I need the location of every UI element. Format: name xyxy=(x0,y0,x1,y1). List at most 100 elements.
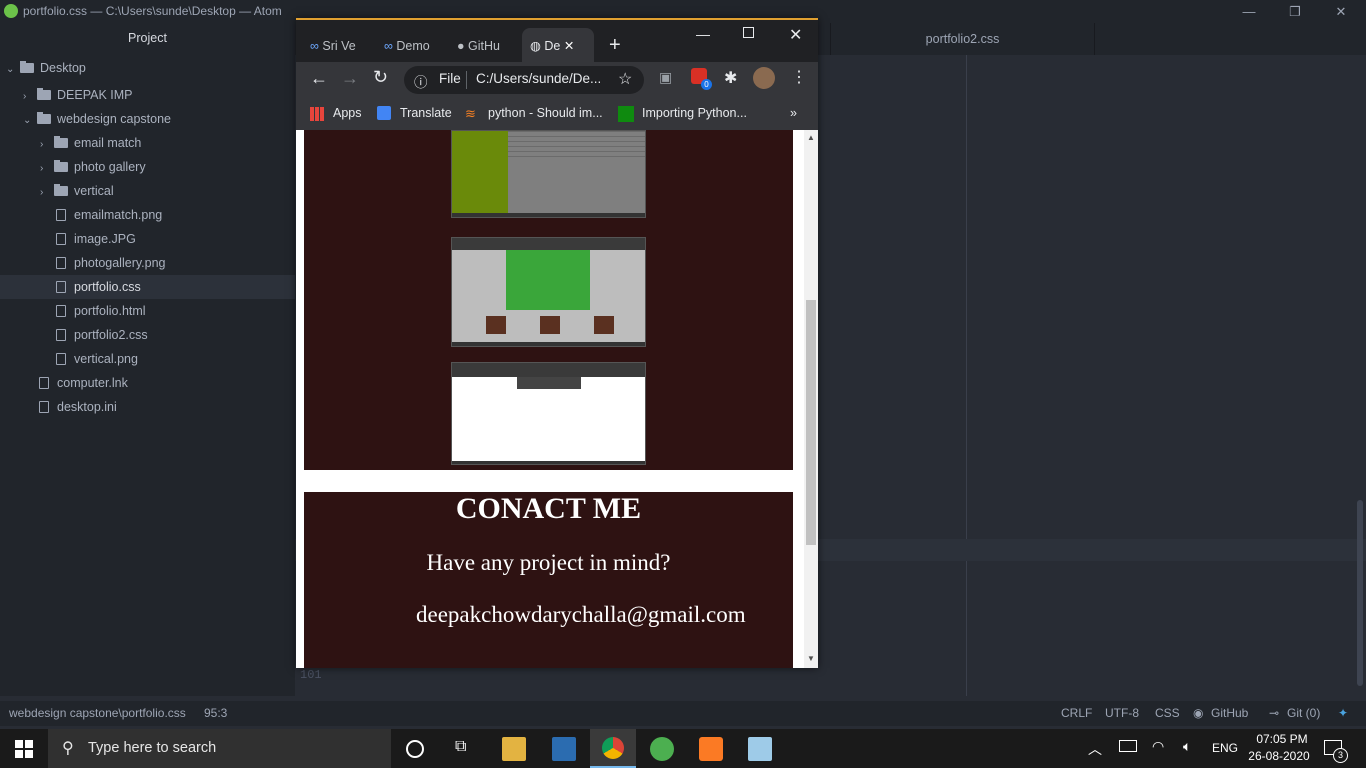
volume-icon[interactable]: 🔈︎ xyxy=(1183,738,1191,755)
avatar[interactable] xyxy=(753,67,775,89)
windows-start-icon[interactable] xyxy=(15,740,33,758)
status-file-path[interactable]: webdesign capstone\portfolio.css xyxy=(9,706,186,720)
tab-title: GitHu xyxy=(468,39,500,53)
notepad-icon[interactable] xyxy=(748,737,772,761)
tree-item-desktop-ini[interactable]: desktop.ini xyxy=(0,395,295,419)
tree-item-vertical[interactable]: › vertical xyxy=(0,179,335,203)
atom-icon[interactable] xyxy=(650,737,674,761)
chrome-maximize-button[interactable] xyxy=(743,27,754,38)
menu-icon[interactable]: ⋮ xyxy=(791,67,807,87)
minimize-button[interactable]: — xyxy=(1226,0,1272,23)
screenshot-taskbar xyxy=(452,213,645,217)
search-placeholder: Type here to search xyxy=(88,740,217,756)
tree-item-email-match[interactable]: › email match xyxy=(0,131,335,155)
xampp-icon[interactable] xyxy=(699,737,723,761)
file-icon xyxy=(56,305,66,317)
infinity-icon: ∞ xyxy=(384,39,393,53)
page-viewport[interactable]: CONACT ME Have any project in mind? deep… xyxy=(296,130,804,668)
tree-item-photogallery-png[interactable]: photogallery.png xyxy=(0,251,295,275)
status-git[interactable]: Git (0) xyxy=(1287,706,1320,720)
chrome-close-button[interactable]: ✕ xyxy=(789,25,802,45)
chrome-taskbar-button[interactable] xyxy=(590,729,636,768)
extension-icon[interactable]: ▣ xyxy=(659,69,672,86)
bookmark-importing-python[interactable]: Importing Python... xyxy=(642,106,747,120)
tree-item-label: portfolio.html xyxy=(74,304,146,318)
project-screenshot-email[interactable] xyxy=(451,362,646,465)
status-github[interactable]: GitHub xyxy=(1211,706,1248,720)
tree-item-emailmatch-png[interactable]: emailmatch.png xyxy=(0,203,295,227)
tree-item-image-jpg[interactable]: image.JPG xyxy=(0,227,295,251)
file-explorer-icon[interactable] xyxy=(502,737,526,761)
bookmark-python-should[interactable]: python - Should im... xyxy=(488,106,603,120)
new-tab-button[interactable]: + xyxy=(609,34,621,57)
tree-item-label: DEEPAK IMP xyxy=(57,88,133,102)
chevron-right-icon: › xyxy=(40,139,44,150)
puzzle-icon[interactable]: ✱ xyxy=(724,68,737,88)
tree-item-label: photo gallery xyxy=(74,160,146,174)
squirrel-icon[interactable]: ✦ xyxy=(1338,706,1348,720)
scrollbar-thumb[interactable] xyxy=(806,300,816,545)
bookmark-translate[interactable]: Translate xyxy=(400,106,452,120)
scroll-up-icon[interactable]: ▲ xyxy=(807,133,815,142)
bookmarks-overflow-button[interactable]: » xyxy=(790,106,797,120)
window-title: portfolio.css — C:\Users\sunde\Desktop —… xyxy=(23,4,282,18)
chrome-tab-strip: ∞ Sri Ve ∞ Demo ● GitHu ◍ De ✕ + — ✕ xyxy=(296,18,818,64)
close-tab-icon[interactable]: ✕ xyxy=(564,39,574,53)
tree-item-portfolio2-css[interactable]: portfolio2.css xyxy=(0,323,295,347)
contact-email[interactable]: deepakchowdarychalla@gmail.com xyxy=(296,602,796,628)
status-grammar[interactable]: CSS xyxy=(1155,706,1180,720)
restore-button[interactable]: ❐ xyxy=(1272,0,1318,23)
tree-item-vertical-png[interactable]: vertical.png xyxy=(0,347,295,371)
tree-item-computer-lnk[interactable]: computer.lnk xyxy=(0,371,295,395)
wifi-icon[interactable]: ◠ xyxy=(1152,738,1164,755)
tree-item-label: emailmatch.png xyxy=(74,208,163,222)
tree-item-deepak-imp[interactable]: › DEEPAK IMP xyxy=(0,83,318,107)
clock-date[interactable]: 26-08-2020 xyxy=(1246,749,1312,763)
chevron-down-icon: ⌄ xyxy=(23,115,32,126)
windows-taskbar: ⚲ Type here to search ⧉ ︿ ◠ 🔈︎ ENG 07:05… xyxy=(0,729,1366,768)
contact-question: Have any project in mind? xyxy=(426,550,671,575)
cortana-icon[interactable] xyxy=(406,740,424,758)
status-line-ending[interactable]: CRLF xyxy=(1061,706,1092,720)
tree-item-desktop[interactable]: ⌄ Desktop xyxy=(0,56,301,80)
clock-time[interactable]: 07:05 PM xyxy=(1252,732,1312,746)
reload-icon[interactable]: ↻ xyxy=(373,67,388,88)
chrome-minimize-button[interactable]: — xyxy=(696,26,710,42)
chrome-tab-3[interactable]: ● GitHu xyxy=(457,28,515,64)
tree-item-portfolio-css[interactable]: portfolio.css xyxy=(0,275,295,299)
language-indicator[interactable]: ENG xyxy=(1212,741,1238,755)
tab-portfolio2-css[interactable]: portfolio2.css xyxy=(830,23,1095,55)
status-encoding[interactable]: UTF-8 xyxy=(1105,706,1139,720)
project-screenshot-gallery[interactable] xyxy=(451,237,646,347)
show-hidden-icons[interactable]: ︿ xyxy=(1088,739,1102,759)
project-screenshot-vertical[interactable] xyxy=(451,130,646,218)
tree-item-photo-gallery[interactable]: › photo gallery xyxy=(0,155,335,179)
url-text[interactable]: C:/Users/sunde/De... xyxy=(476,71,601,86)
battery-icon[interactable] xyxy=(1119,740,1137,752)
taskbar-search[interactable]: ⚲ Type here to search xyxy=(48,729,391,768)
omnibox[interactable]: ⓘ File C:/Users/sunde/De... ☆ xyxy=(404,66,644,94)
editor-scrollbar[interactable] xyxy=(1357,500,1363,686)
chrome-window: ∞ Sri Ve ∞ Demo ● GitHu ◍ De ✕ + — ✕ ← →… xyxy=(296,18,818,668)
task-view-icon[interactable]: ⧉ xyxy=(455,738,466,756)
chrome-tab-1[interactable]: ∞ Sri Ve xyxy=(310,28,372,64)
store-icon[interactable] xyxy=(552,737,576,761)
forward-icon[interactable]: → xyxy=(341,68,359,89)
tree-item-portfolio-html[interactable]: portfolio.html xyxy=(0,299,295,323)
chrome-tab-2[interactable]: ∞ Demo xyxy=(384,28,442,64)
tree-item-label: Desktop xyxy=(40,61,86,75)
page-scrollbar[interactable]: ▲ ▼ xyxy=(804,130,818,668)
chrome-tab-active[interactable]: ◍ De ✕ xyxy=(522,28,594,64)
status-cursor-position[interactable]: 95:3 xyxy=(204,706,227,720)
close-button[interactable]: ✕ xyxy=(1318,0,1364,23)
bookmark-star-icon[interactable]: ☆ xyxy=(618,69,632,89)
tree-item-label: vertical.png xyxy=(74,352,138,366)
info-icon[interactable]: ⓘ xyxy=(414,71,428,91)
back-icon[interactable]: ← xyxy=(310,68,328,89)
tree-item-webdesign-capstone[interactable]: ⌄ webdesign capstone xyxy=(0,107,318,131)
bookmark-apps[interactable]: Apps xyxy=(333,106,362,120)
status-bar: webdesign capstone\portfolio.css 95:3 CR… xyxy=(0,701,1366,726)
scroll-down-icon[interactable]: ▼ xyxy=(807,654,815,663)
tree-item-label: portfolio2.css xyxy=(74,328,148,342)
git-icon: ⊸ xyxy=(1269,706,1280,720)
